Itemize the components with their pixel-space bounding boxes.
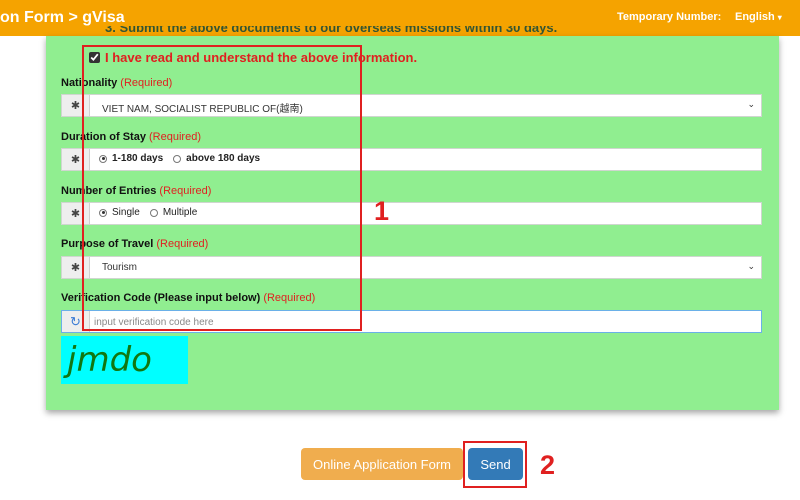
caret-down-icon: ▾ — [777, 13, 782, 22]
temporary-number-label: Temporary Number: — [617, 11, 722, 23]
instruction-text-cutoff: 3. Submit the above documents to our ove… — [105, 26, 558, 35]
annotation-number-2: 2 — [540, 450, 556, 480]
online-application-form-button[interactable]: Online Application Form — [301, 448, 463, 480]
annotation-number-1: 1 — [374, 196, 390, 226]
language-dropdown[interactable]: English ▾ — [735, 11, 782, 23]
breadcrumb-title: on Form > gVisa — [0, 9, 125, 26]
chevron-down-icon: ⌄ — [747, 261, 755, 271]
captcha-image: jmdo — [61, 336, 188, 384]
annotation-box-1 — [82, 45, 362, 331]
chevron-down-icon: ⌄ — [747, 99, 755, 109]
language-label: English — [735, 11, 775, 23]
annotation-box-2 — [463, 441, 527, 488]
